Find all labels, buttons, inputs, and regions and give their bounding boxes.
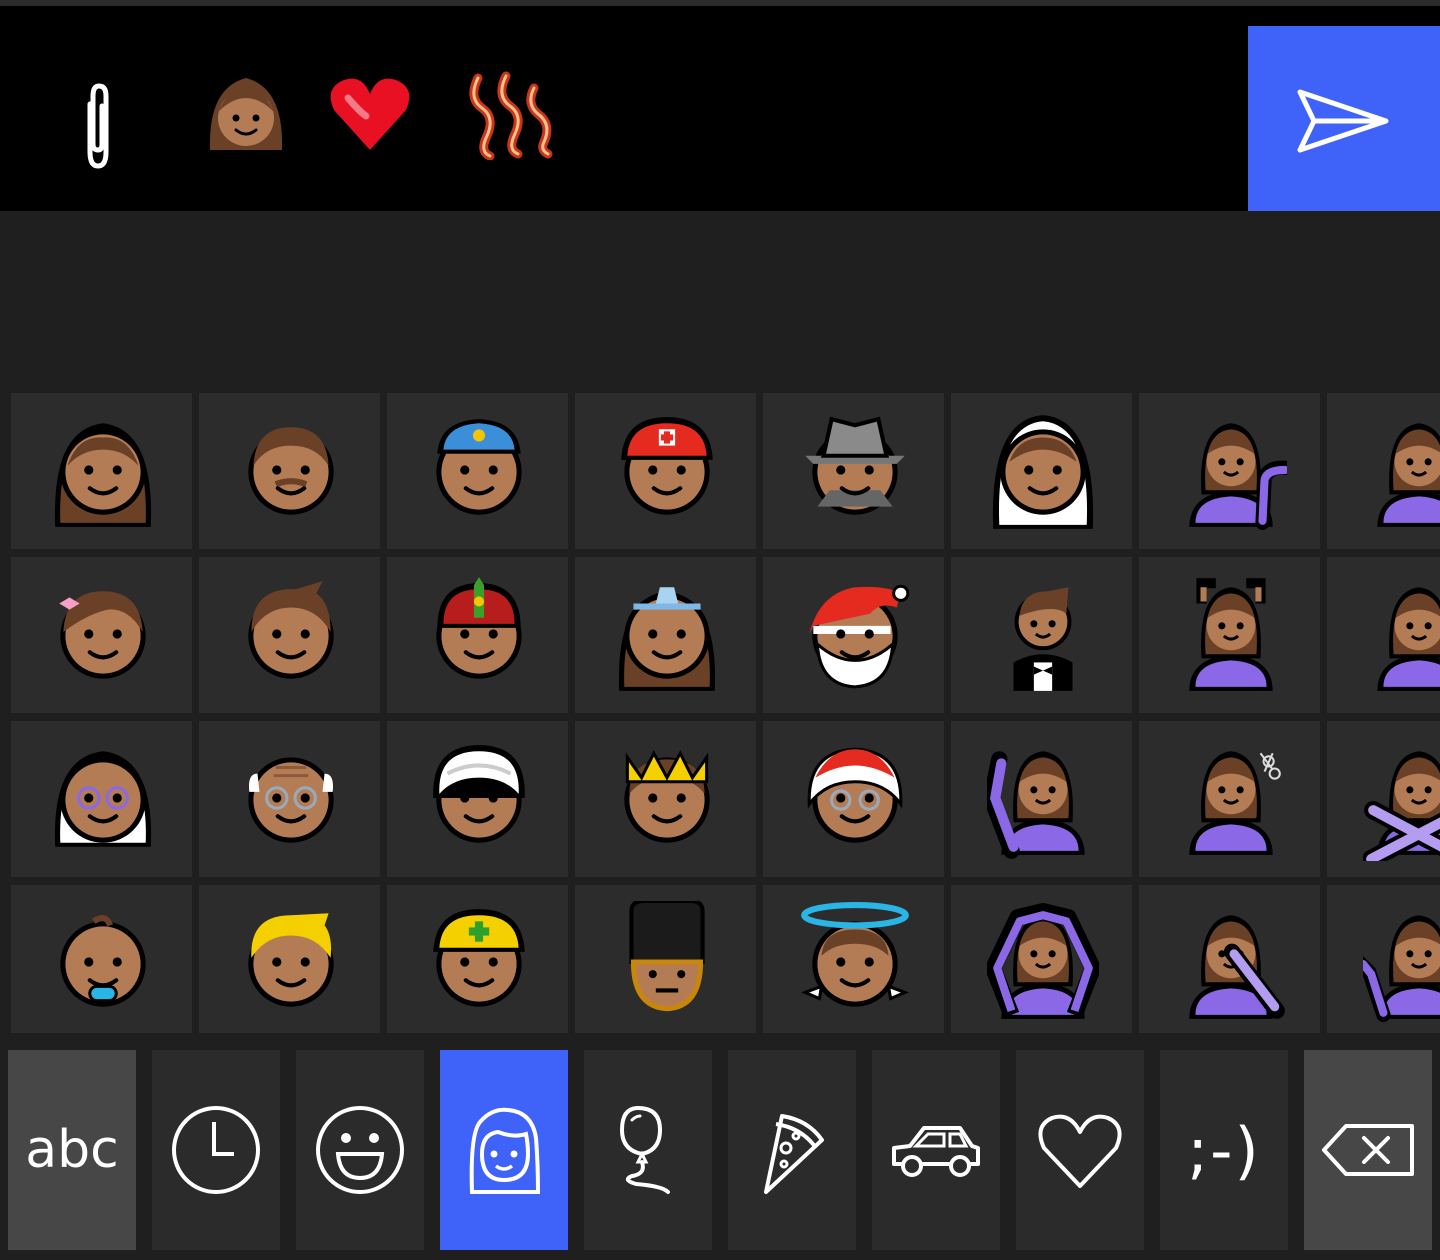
woman-emoji	[209, 78, 283, 150]
emoji-person-getting-haircut[interactable]	[1139, 721, 1320, 877]
celebration-category-tab[interactable]	[584, 1050, 712, 1250]
emoji-woman[interactable]	[11, 393, 192, 549]
people-category-tab[interactable]	[440, 1050, 568, 1250]
man-in-tuxedo-icon	[1013, 587, 1073, 691]
man-icon	[248, 427, 334, 515]
person-tipping-hand-icon	[1189, 423, 1287, 530]
person-gesturing-ok-icon	[987, 903, 1099, 1019]
old-man-icon	[248, 757, 334, 843]
prince-icon	[624, 749, 710, 843]
princess-icon	[618, 587, 716, 691]
emoji-man-with-chinese-cap[interactable]	[387, 557, 568, 713]
send-button[interactable]	[1248, 26, 1440, 217]
person-getting-haircut-icon	[1189, 751, 1281, 855]
emoji-princess[interactable]	[575, 557, 756, 713]
emoji-police-officer[interactable]	[387, 393, 568, 549]
message-composer-bar	[0, 6, 1440, 217]
emoji-baby-angel[interactable]	[763, 885, 944, 1033]
blond-person-icon	[248, 913, 334, 1007]
emoji-category-bar: abc ;-)	[0, 1033, 1440, 1260]
emoji-person-facepalming[interactable]	[1139, 885, 1320, 1033]
clock-icon	[172, 1106, 260, 1194]
person-raising-hand-icon	[987, 751, 1085, 859]
person-getting-massage-icon	[1189, 578, 1273, 691]
emoji-man[interactable]	[199, 393, 380, 549]
person-icon	[469, 1107, 541, 1194]
boy-icon	[248, 581, 334, 679]
smiley-icon	[316, 1106, 404, 1194]
emoji-boy[interactable]	[199, 557, 380, 713]
bacon-emoji	[469, 71, 553, 160]
emoji-person-gesturing-ok[interactable]	[951, 885, 1132, 1033]
emoji-person-shrugging[interactable]	[1327, 885, 1440, 1033]
baby-icon	[60, 915, 146, 1007]
heart-icon	[1038, 1114, 1122, 1188]
person-frowning-icon	[1377, 587, 1440, 691]
woman-icon	[54, 423, 152, 527]
emoji-girl[interactable]	[11, 557, 192, 713]
mrs-claus-icon	[807, 747, 903, 843]
red-heart-emoji	[330, 78, 410, 150]
bride-with-veil-icon	[992, 415, 1094, 529]
composed-emoji-text[interactable]	[200, 64, 568, 164]
emoji-old-woman[interactable]	[11, 721, 192, 877]
travel-category-tab[interactable]	[872, 1050, 1000, 1250]
send-icon	[1297, 89, 1389, 153]
emoji-person-raising-hand[interactable]	[951, 721, 1132, 877]
input-area-spacer	[0, 211, 1440, 393]
pizza-icon	[764, 1114, 824, 1194]
abc-label: abc	[25, 1120, 119, 1180]
emoji-prince[interactable]	[575, 721, 756, 877]
kaomoji-label: ;-)	[1187, 1113, 1261, 1187]
food-category-tab[interactable]	[728, 1050, 856, 1250]
police-officer-icon	[436, 419, 522, 515]
emoji-bride-with-veil[interactable]	[951, 393, 1132, 549]
person-gesturing-no-icon	[1363, 751, 1440, 861]
emoji-construction-worker[interactable]	[387, 885, 568, 1033]
emoji-person-wearing-turban[interactable]	[387, 721, 568, 877]
emoji-person-gesturing-no[interactable]	[1327, 721, 1440, 877]
emoji-old-man[interactable]	[199, 721, 380, 877]
emoji-santa-claus[interactable]	[763, 557, 944, 713]
backspace-button[interactable]	[1304, 1050, 1432, 1250]
smileys-category-tab[interactable]	[296, 1050, 424, 1250]
car-icon	[892, 1126, 980, 1177]
emoji-man-in-tuxedo[interactable]	[951, 557, 1132, 713]
emoji-person-frowning[interactable]	[1327, 557, 1440, 713]
recent-category-tab[interactable]	[152, 1050, 280, 1250]
rescue-worker-helmet-icon	[621, 417, 713, 515]
symbols-category-tab[interactable]	[1016, 1050, 1144, 1250]
emoji-person-getting-massage[interactable]	[1139, 557, 1320, 713]
kaomoji-category-tab[interactable]: ;-)	[1160, 1050, 1288, 1250]
abc-keyboard-button[interactable]: abc	[8, 1050, 136, 1250]
guard-icon	[629, 901, 705, 1012]
girl-icon	[59, 591, 146, 679]
man-with-chinese-cap-icon	[436, 577, 522, 679]
emoji-detective[interactable]	[763, 393, 944, 549]
backspace-icon	[1322, 1124, 1414, 1176]
santa-claus-icon	[809, 584, 910, 689]
emoji-rescue-worker-helmet[interactable]	[575, 393, 756, 549]
balloon-icon	[619, 1105, 670, 1194]
emoji-grid	[0, 393, 1440, 1033]
baby-angel-icon	[801, 902, 909, 1007]
emoji-baby[interactable]	[11, 885, 192, 1033]
detective-icon	[805, 416, 905, 515]
emoji-mrs-claus[interactable]	[763, 721, 944, 877]
emoji-guard[interactable]	[575, 885, 756, 1033]
person-facepalming-icon	[1189, 915, 1285, 1019]
person-shrugging-icon	[1363, 915, 1440, 1022]
person-wearing-turban-icon	[433, 745, 525, 843]
emoji-person-tipping-hand[interactable]	[1139, 393, 1320, 549]
person-pouting-icon	[1377, 423, 1440, 527]
emoji-blond-person[interactable]	[199, 885, 380, 1033]
construction-worker-icon	[433, 909, 525, 1007]
paperclip-icon[interactable]	[60, 74, 140, 174]
emoji-person-pouting[interactable]	[1327, 393, 1440, 549]
old-woman-icon	[54, 751, 152, 847]
